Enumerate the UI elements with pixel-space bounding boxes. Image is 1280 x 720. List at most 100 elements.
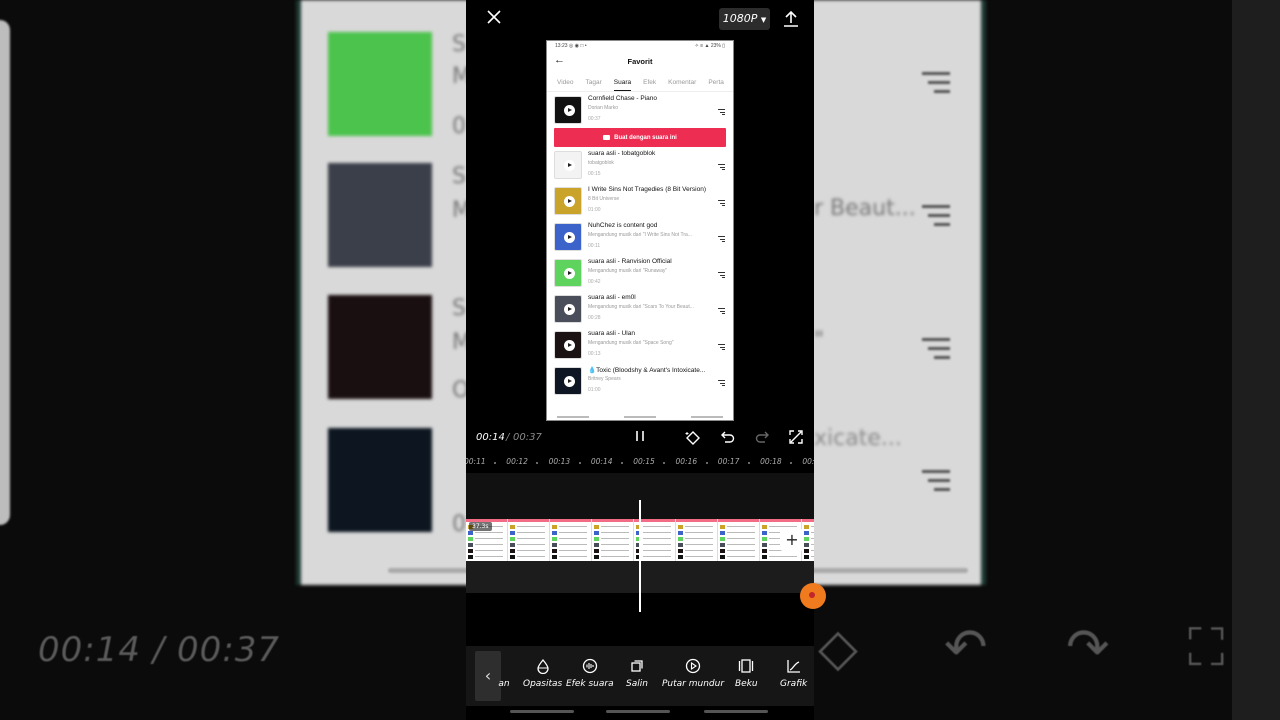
background-thumbnail (328, 428, 432, 532)
tab-komentar: Komentar (668, 79, 697, 86)
record-dot-icon (809, 592, 815, 598)
redo-icon (755, 431, 769, 443)
freeze-icon (739, 659, 754, 673)
sound-title: 💧Toxic (Bloodshy & Avant's Intoxicate... (588, 367, 706, 374)
sound-artist: Mengandung musik dari "Runaway" (588, 268, 668, 274)
menu-lines-icon (718, 308, 725, 316)
ruler-dot (620, 462, 623, 464)
ruler-dot (790, 462, 793, 464)
graph-icon (786, 660, 800, 673)
tool-opacity[interactable]: Opasitas (523, 658, 562, 689)
sound-artist: Mengandung musik dari "Space Song" (588, 340, 674, 346)
sound-thumbnail (554, 295, 582, 323)
background-time-display: 00:14 / 00:37 (38, 630, 281, 670)
sound-list-item: I Write Sins Not Tragedies (8 Bit Versio… (547, 183, 733, 219)
sound-title: suara asli - Ulan (588, 330, 635, 337)
tool-voice-effect[interactable]: Efek suara (566, 658, 614, 689)
play-icon (564, 105, 575, 116)
sound-title: I Write Sins Not Tragedies (8 Bit Versio… (588, 186, 707, 193)
ruler-dot (536, 462, 539, 464)
tab-efek: Efek (643, 79, 657, 86)
menu-lines-icon (718, 109, 725, 117)
sound-list-item: suara asli - em0l Mengandung musik dari "… (547, 291, 733, 327)
redo-button[interactable] (753, 429, 771, 447)
resolution-selector[interactable]: 1080P ▼ (719, 8, 770, 30)
background-menu-icon (922, 72, 950, 99)
background-text: r Beaut... (814, 196, 916, 221)
pause-icon (636, 431, 644, 441)
pause-button[interactable] (631, 429, 649, 447)
status-right: ✧ ≡ ▲ 23% ▯ (694, 43, 725, 49)
background-text: 0 (452, 512, 466, 537)
background-thumbnail (328, 295, 432, 399)
editor-topbar: 1080P ▼ (466, 0, 814, 40)
video-preview[interactable]: 13:23 ◎ ◉ □ • ✧ ≡ ▲ 23% ▯ ← Favorit Vide… (546, 40, 734, 421)
preview-title: Favorit (627, 57, 653, 66)
tool-reverse[interactable]: Putar mundur (662, 658, 724, 689)
ruler-tick: 00:13 (548, 457, 571, 466)
sound-duration: 01:00 (588, 207, 601, 213)
sound-thumbnail (554, 96, 582, 124)
export-button[interactable] (781, 8, 801, 30)
sound-artist: Dorian Marko (588, 105, 619, 111)
sound-list-item: Cornfield Chase - Piano Dorian Marko 00:37 (547, 92, 733, 128)
sound-thumbnail (554, 367, 582, 395)
ruler-dot (494, 462, 496, 464)
background-text: xicate... (814, 426, 902, 451)
background-menu-icon (922, 338, 950, 365)
background-menu-icon (922, 470, 950, 497)
total-time: 00:37 (513, 432, 542, 443)
tool-label: Beku (735, 679, 758, 689)
keyframe-button[interactable] (684, 429, 702, 447)
menu-lines-icon (718, 200, 725, 208)
floating-record-indicator[interactable] (800, 583, 826, 609)
play-icon (564, 268, 575, 279)
tool-freeze[interactable]: Beku (735, 658, 758, 689)
menu-lines-icon (718, 236, 725, 244)
sound-artist: 8 Bit Universe (588, 196, 620, 202)
timeline-ruler[interactable]: 00:11 00:12 00:13 00:14 00:15 00:16 00:17 00:18… (466, 455, 814, 473)
sound-title: NuhChez is content god (588, 222, 658, 229)
tool-label: an (498, 679, 510, 689)
tool-partial[interactable]: an (496, 658, 512, 689)
tab-tagar: Tagar (585, 79, 602, 86)
sound-artist: Mengandung musik dari "I Write Sins Not … (588, 232, 692, 238)
sound-title: suara asli - Ranvision Official (588, 258, 672, 265)
tool-label: Opasitas (523, 679, 563, 689)
background-menu-icon (922, 205, 950, 232)
play-icon (564, 304, 575, 315)
background-redo-icon: ↷ (1066, 618, 1110, 678)
play-icon (564, 340, 575, 351)
undo-button[interactable] (719, 429, 737, 447)
sound-artist: tobatgoblok (588, 160, 614, 166)
close-button[interactable] (482, 8, 506, 32)
sound-duration: 00:28 (588, 315, 601, 321)
background-text: 0 (452, 114, 466, 139)
tool-graph[interactable]: Grafik (780, 658, 807, 689)
playhead[interactable] (639, 500, 641, 612)
sound-artist: Britney Spears (588, 376, 621, 382)
sound-list-item: 💧Toxic (Bloodshy & Avant's Intoxicate...… (547, 363, 733, 399)
menu-lines-icon (718, 164, 725, 172)
background-card (0, 20, 10, 525)
tool-label: Grafik (780, 679, 808, 689)
sound-artist: Mengandung musik dari "Scars To Your Bea… (588, 304, 694, 310)
ruler-tick: 00:17 (717, 457, 740, 466)
tab-suara: Suara (613, 74, 632, 91)
fullscreen-icon (789, 430, 803, 444)
sound-thumbnail (554, 187, 582, 215)
ruler-tick: 00:15 (633, 457, 655, 466)
sound-thumbnail (554, 331, 582, 359)
preview-tabs: Video Tagar Suara Efek Komentar Perta (547, 74, 733, 92)
background-text: " (814, 328, 825, 353)
sound-thumbnail (554, 259, 582, 287)
plus-icon: + (785, 530, 799, 549)
fullscreen-button[interactable] (787, 429, 805, 447)
add-clip-button[interactable]: + (780, 529, 804, 551)
video-editor: 1080P ▼ 13:23 ◎ ◉ □ • ✧ ≡ ▲ 23% ▯ ← Favo… (466, 0, 814, 720)
background-edge (1232, 0, 1280, 720)
tool-copy[interactable]: Salin (626, 658, 648, 689)
ruler-dot (705, 462, 708, 464)
create-with-sound-button: Buat dengan suara ini (554, 128, 726, 147)
menu-lines-icon (718, 272, 725, 280)
